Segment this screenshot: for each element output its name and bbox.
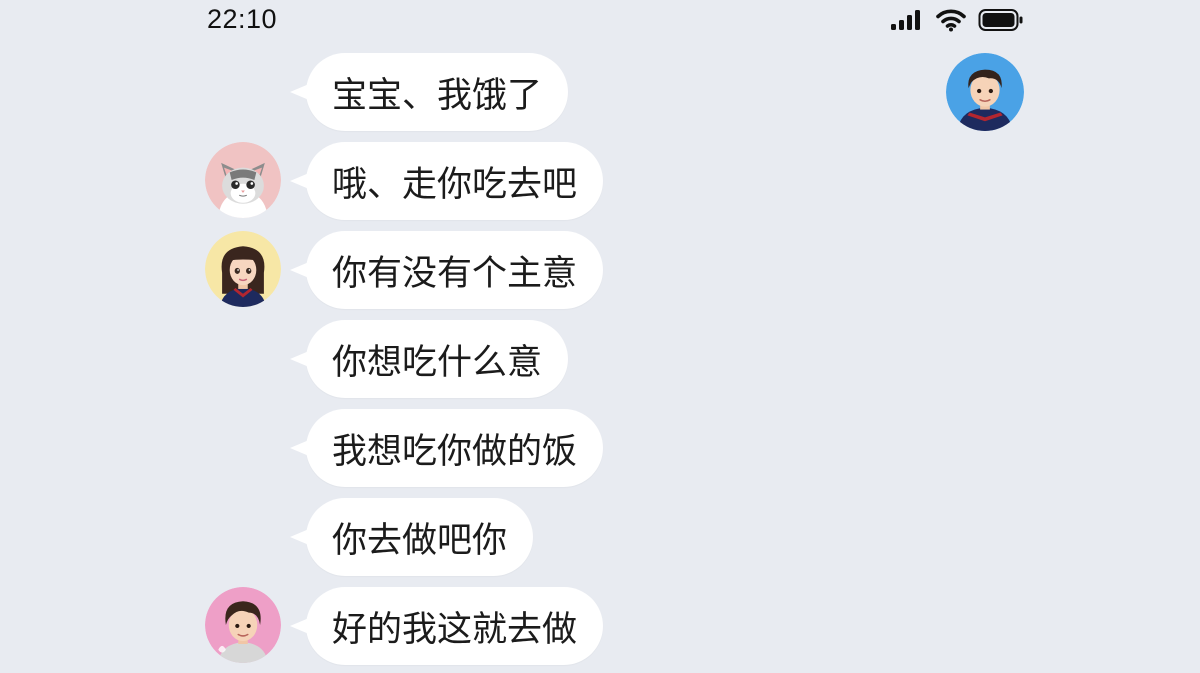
message-bubble[interactable]: 宝宝、我饿了 [289, 53, 569, 131]
boy-pink-avatar[interactable] [205, 587, 281, 663]
message-bubble[interactable]: 好的我这就去做 [289, 587, 604, 665]
self-avatar[interactable] [946, 53, 1024, 131]
girl-avatar[interactable] [205, 231, 281, 307]
message-bubble[interactable]: 哦、走你吃去吧 [289, 142, 604, 220]
message-bubble[interactable]: 你有没有个主意 [289, 231, 604, 309]
message-bubble[interactable]: 我想吃你做的饭 [289, 409, 604, 487]
message-bubble[interactable]: 你想吃什么意 [289, 320, 569, 398]
message-bubble[interactable]: 你去做吧你 [289, 498, 534, 576]
status-time: 22:10 [207, 4, 278, 34]
cat-avatar[interactable] [205, 142, 281, 218]
status-icons [890, 8, 1024, 32]
cellular-signal-icon [890, 9, 924, 31]
wifi-icon [936, 8, 966, 32]
battery-icon [978, 8, 1024, 32]
